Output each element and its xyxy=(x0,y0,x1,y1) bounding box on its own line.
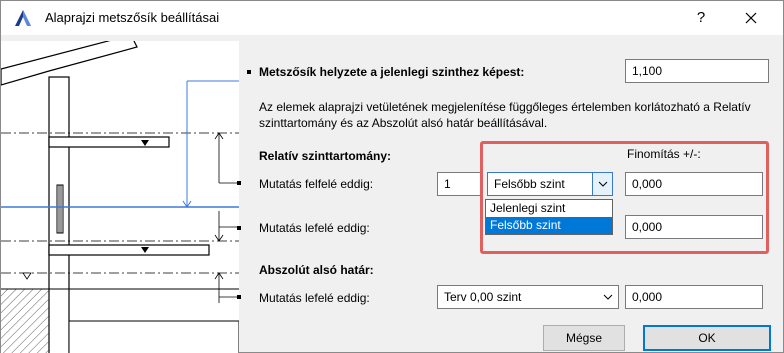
connector-dot xyxy=(237,295,241,299)
connector-dot xyxy=(247,70,251,74)
help-button[interactable]: ? xyxy=(689,7,713,29)
absolute-level-combo[interactable]: Terv 0,00 szint xyxy=(437,285,619,309)
archicad-app-icon xyxy=(15,10,31,26)
absolute-level-combo-value: Terv 0,00 szint xyxy=(444,290,522,304)
highlight-frame xyxy=(480,141,769,254)
section-diagram xyxy=(1,41,239,353)
dialog-window: Alaprajzi metszősík beállításai ? Metsző… xyxy=(0,0,784,353)
connector-dot xyxy=(237,181,241,185)
cut-plane-height-field[interactable]: 1,100 xyxy=(625,59,769,83)
show-upward-label: Mutatás felfelé eddig: xyxy=(259,177,374,191)
close-button[interactable] xyxy=(739,7,763,29)
close-icon xyxy=(745,12,757,24)
relative-range-heading: Relatív szinttartomány: xyxy=(259,149,392,163)
title-bar: Alaprajzi metszősík beállításai ? xyxy=(1,1,783,35)
absolute-limit-heading: Abszolút alsó határ: xyxy=(259,263,374,277)
absolute-refine-field[interactable]: 0,000 xyxy=(625,285,763,309)
cut-plane-label: Metszősík helyzete a jelenlegi szinthez … xyxy=(259,65,525,79)
description-text: Az elemek alaprajzi vetületének megjelen… xyxy=(259,100,751,130)
show-downward-label: Mutatás lefelé eddig: xyxy=(259,221,370,235)
upward-level-count-field[interactable]: 1 xyxy=(437,172,483,196)
cancel-button[interactable]: Mégse xyxy=(543,325,625,351)
chevron-down-icon xyxy=(603,294,613,300)
combo-arrow[interactable] xyxy=(598,286,618,308)
absolute-show-downward-label: Mutatás lefelé eddig: xyxy=(259,291,370,305)
ok-button[interactable]: OK xyxy=(643,325,771,351)
connector-dot xyxy=(237,226,241,230)
window-title: Alaprajzi metszősík beállításai xyxy=(45,10,220,25)
